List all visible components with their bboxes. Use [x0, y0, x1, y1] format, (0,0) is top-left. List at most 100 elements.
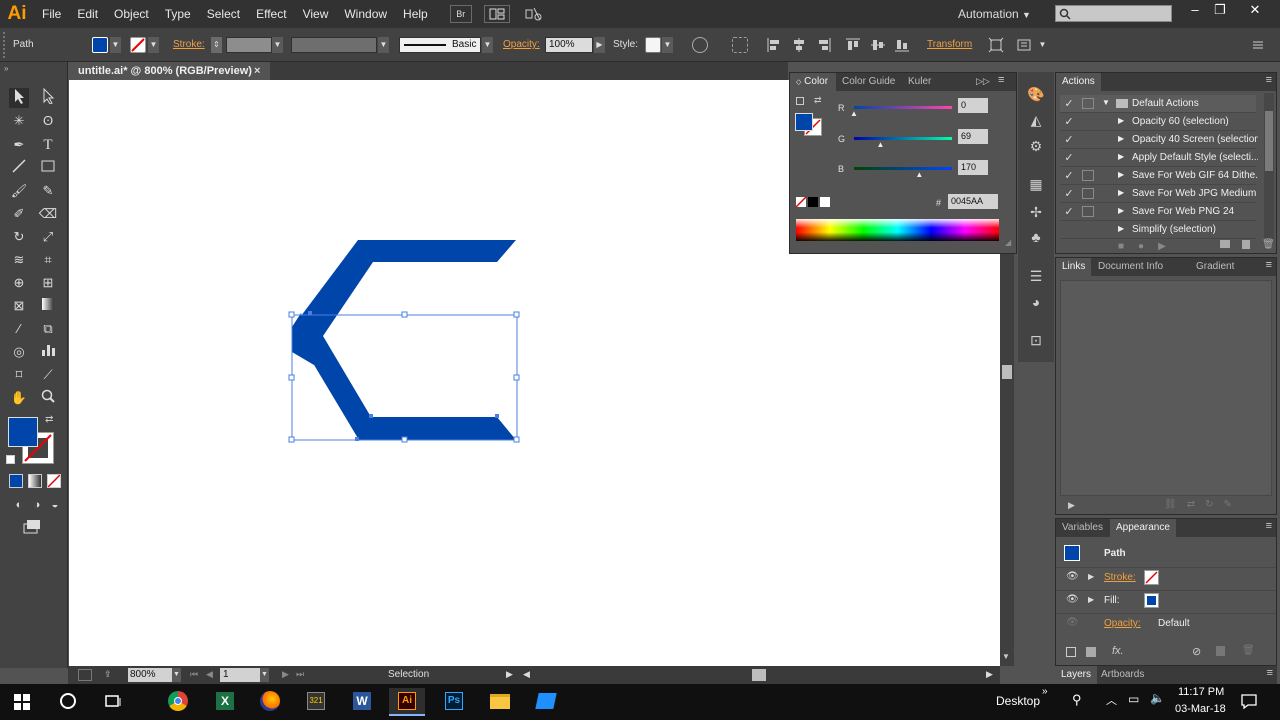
menu-file[interactable]: File — [34, 0, 69, 28]
opacity-field[interactable]: 100% — [545, 37, 593, 53]
menu-edit[interactable]: Edit — [69, 0, 106, 28]
perspective-grid-tool-icon[interactable]: ⊞ — [38, 273, 58, 293]
actions-scroll-thumb[interactable] — [1265, 111, 1273, 171]
opacity-label[interactable]: Opacity: — [503, 39, 540, 50]
check-icon[interactable]: ✓ — [1062, 205, 1076, 219]
file-explorer-taskbar-icon[interactable] — [482, 688, 518, 716]
add-effect-icon[interactable]: fx. — [1112, 645, 1124, 657]
check-icon[interactable]: ✓ — [1062, 169, 1076, 183]
stroke-swatch[interactable] — [130, 37, 146, 53]
bridge-button[interactable]: Br — [449, 5, 472, 23]
volume-icon[interactable]: 🔈 — [1150, 691, 1165, 705]
chevron-right-icon[interactable]: ▶ — [1118, 116, 1124, 125]
stroke-panel-icon[interactable]: ☰ — [1026, 266, 1046, 286]
swap-colors-icon[interactable]: ⇄ — [814, 95, 822, 106]
document-setup-icon[interactable] — [1016, 37, 1032, 53]
action-item[interactable]: ▶ Simplify (selection) — [1060, 221, 1256, 239]
workspace-switcher[interactable]: Automation ▼ — [958, 0, 1031, 28]
align-middle-icon[interactable] — [870, 37, 886, 53]
graphic-style-swatch[interactable] — [645, 37, 661, 53]
eye-icon[interactable]: 👁 — [1066, 617, 1079, 628]
align-bottom-icon[interactable] — [894, 37, 910, 53]
color-panel-icon[interactable]: 🎨 — [1026, 84, 1046, 104]
dialog-toggle-icon[interactable] — [1082, 206, 1094, 217]
chevron-path[interactable] — [292, 240, 516, 440]
panel-collapse-icon[interactable]: ◇ — [796, 79, 801, 86]
action-item[interactable]: ✓ ▶ Apply Default Style (selecti... — [1060, 149, 1258, 167]
windows-start-icon[interactable] — [14, 694, 30, 713]
chevron-right-icon[interactable]: ▶ — [1118, 152, 1124, 161]
collapse-toolbar-icon[interactable]: » — [4, 64, 8, 73]
chevron-right-icon[interactable]: ▶ — [1118, 224, 1124, 233]
chevron-right-icon[interactable]: ▶ — [1118, 134, 1124, 143]
fill-color-swatch-front[interactable] — [8, 417, 38, 447]
resize-grip-icon[interactable]: ◢ — [1005, 238, 1011, 247]
control-panel-menu-icon[interactable] — [1250, 37, 1266, 53]
appearance-stroke-label[interactable]: Stroke: — [1104, 572, 1136, 583]
none-mode-button[interactable] — [47, 474, 61, 488]
actions-scrollbar[interactable] — [1264, 93, 1274, 239]
profile-dropdown[interactable]: ▼ — [378, 37, 389, 53]
blob-brush-tool-icon[interactable]: ✐ — [9, 204, 29, 224]
stroke-weight-field[interactable] — [226, 37, 272, 53]
default-fill-stroke-icon[interactable] — [6, 455, 15, 464]
tab-color[interactable]: ◇ Color — [790, 73, 836, 91]
fill-swatch[interactable] — [92, 37, 108, 53]
symbols-icon[interactable]: ♣ — [1026, 227, 1046, 247]
menu-object[interactable]: Object — [106, 0, 157, 28]
media-player-taskbar-icon[interactable]: 321 — [298, 688, 334, 716]
close-button[interactable]: ✕ — [1240, 0, 1270, 20]
stroke-weight-stepper[interactable]: ⇕ — [211, 37, 222, 53]
action-item[interactable]: ✓ ▶ Save For Web JPG Medium — [1060, 185, 1256, 203]
photoshop-taskbar-icon[interactable]: Ps — [436, 688, 472, 716]
action-item[interactable]: ✓ ▶ Opacity 40 Screen (selection) — [1060, 131, 1258, 149]
artboard-tool-icon[interactable]: ⌑ — [9, 365, 29, 385]
black-swatch[interactable] — [808, 197, 818, 207]
search-icon[interactable] — [60, 693, 76, 709]
check-icon[interactable]: ✓ — [1062, 97, 1076, 111]
blend-tool-icon[interactable]: ⧉ — [38, 319, 58, 339]
tab-color-guide[interactable]: Color Guide — [836, 73, 901, 91]
previous-artboard-icon[interactable]: ◀ — [206, 669, 213, 680]
hex-value-field[interactable]: 0045AA — [948, 194, 998, 209]
action-set-row[interactable]: ✓ ▼ Default Actions — [1060, 95, 1256, 113]
b-value-field[interactable]: 170 — [958, 160, 988, 175]
appearance-opacity-label[interactable]: Opacity: — [1104, 618, 1141, 629]
panel-menu-icon[interactable]: ≡ — [1266, 520, 1272, 532]
task-view-icon[interactable] — [104, 693, 122, 712]
excel-taskbar-icon[interactable]: X — [207, 688, 243, 716]
kuler-icon[interactable]: ⚙ — [1026, 136, 1046, 156]
arrange-documents-button[interactable] — [483, 5, 510, 23]
check-icon[interactable]: ✓ — [1062, 115, 1076, 129]
line-segment-tool-icon[interactable] — [9, 158, 29, 178]
chevron-right-icon[interactable]: ▶ — [1118, 170, 1124, 179]
first-artboard-icon[interactable]: ⏮ — [190, 669, 198, 680]
check-icon[interactable]: ✓ — [1062, 187, 1076, 201]
firefox-taskbar-icon[interactable] — [252, 688, 288, 716]
next-artboard-icon[interactable]: ▶ — [282, 669, 289, 680]
duplicate-item-icon[interactable] — [1216, 646, 1225, 656]
opacity-dropdown[interactable]: ▶ — [594, 37, 605, 53]
color-guide-icon[interactable]: ◭ — [1026, 110, 1046, 130]
brushes-icon[interactable]: ✢ — [1026, 202, 1046, 222]
direct-selection-tool-icon[interactable] — [38, 87, 58, 108]
pencil-tool-icon[interactable]: ✎ — [38, 181, 58, 201]
zoom-dropdown[interactable]: ▼ — [172, 668, 181, 682]
color-panel-fill-swatch[interactable] — [795, 113, 813, 131]
eyedropper-tool-icon[interactable]: ⁄ — [9, 319, 29, 339]
menu-select[interactable]: Select — [199, 0, 248, 28]
scroll-left-icon[interactable]: ◀ — [523, 669, 530, 680]
panel-menu-icon[interactable]: ≡ — [1266, 74, 1272, 86]
b-slider-track[interactable] — [854, 167, 952, 170]
zoom-tool-icon[interactable] — [38, 388, 58, 408]
action-item[interactable]: ✓ ▶ Save For Web PNG 24 — [1060, 203, 1256, 221]
r-slider-thumb[interactable]: ▲ — [850, 109, 858, 118]
close-tab-icon[interactable]: × — [254, 62, 260, 80]
pen-tool-icon[interactable]: ✒ — [9, 135, 29, 155]
color-spectrum-bar[interactable] — [796, 219, 999, 241]
chevron-right-icon[interactable]: ▶ — [1088, 595, 1094, 604]
swatches-icon[interactable]: ▦ — [1026, 174, 1046, 194]
magic-wand-tool-icon[interactable]: ✳ — [9, 111, 29, 131]
stroke-dropdown[interactable]: ▼ — [148, 37, 159, 53]
trash-icon[interactable]: 🗑 — [1262, 239, 1275, 250]
